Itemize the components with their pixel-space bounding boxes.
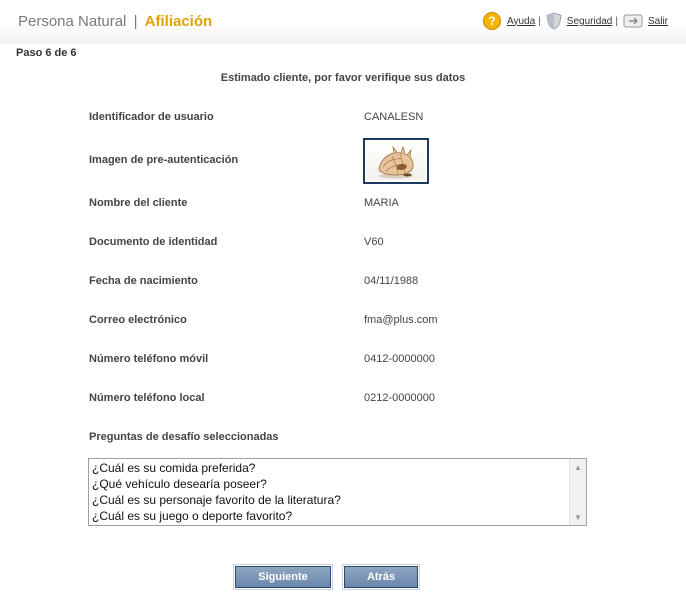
preauth-image-label: Imagen de pre-autenticación (89, 154, 239, 166)
help-circle-icon[interactable]: ? (482, 12, 501, 30)
document-label: Documento de identidad (89, 236, 218, 248)
challenge-questions-list[interactable]: ¿Cuál es su comida preferida? ¿Qué vehíc… (88, 458, 587, 526)
name-label: Nombre del cliente (89, 197, 188, 209)
preauth-image (363, 138, 429, 184)
landline-value: 0212-0000000 (364, 392, 435, 404)
mobile-label: Número teléfono móvil (89, 353, 209, 365)
top-links: ? Ayuda | Seguridad | Salir (482, 12, 668, 30)
link-separator: | (615, 15, 618, 27)
list-item[interactable]: ¿Cuál es su comida preferida? (92, 460, 570, 476)
birth-date-label: Fecha de nacimiento (89, 275, 198, 287)
shield-icon[interactable] (546, 12, 562, 30)
header-bar: Persona Natural | Afiliación ? Ayuda | S… (0, 0, 686, 44)
step-indicator: Paso 6 de 6 (16, 47, 77, 59)
page-title: Persona Natural | Afiliación (18, 13, 212, 30)
help-link[interactable]: Ayuda (507, 16, 535, 27)
back-button[interactable]: Atrás (342, 564, 420, 590)
next-button[interactable]: Siguiente (233, 564, 333, 590)
link-separator: | (538, 15, 541, 27)
document-value: V60 (364, 236, 384, 248)
intro-text: Estimado cliente, por favor verifique su… (220, 72, 466, 84)
user-id-label: Identificador de usuario (89, 111, 214, 123)
exit-link[interactable]: Salir (648, 16, 668, 27)
exit-icon[interactable] (623, 14, 643, 28)
scrollbar[interactable]: ▲ ▼ (569, 459, 586, 525)
section-label: Afiliación (144, 13, 213, 30)
list-item[interactable]: ¿Qué vehículo desearía poseer? (92, 476, 570, 492)
challenge-questions-label: Preguntas de desafío seleccionadas (89, 431, 279, 443)
title-separator: | (133, 13, 138, 30)
list-item[interactable]: ¿Cuál es su personaje favorito de la lit… (92, 492, 570, 508)
name-value: MARIA (364, 197, 399, 209)
landline-label: Número teléfono local (89, 392, 205, 404)
user-id-value: CANALESN (364, 111, 424, 123)
list-item[interactable]: ¿Cuál es su juego o deporte favorito? (92, 508, 570, 524)
scroll-up-icon[interactable]: ▲ (570, 460, 586, 474)
seashell-image (367, 142, 425, 180)
brand-label: Persona Natural (18, 13, 127, 30)
email-label: Correo electrónico (89, 314, 187, 326)
security-link[interactable]: Seguridad (567, 16, 613, 27)
mobile-value: 0412-0000000 (364, 353, 435, 365)
birth-date-value: 04/11/1988 (364, 275, 419, 287)
scroll-down-icon[interactable]: ▼ (570, 510, 586, 524)
email-value: fma@plus.com (364, 314, 438, 326)
